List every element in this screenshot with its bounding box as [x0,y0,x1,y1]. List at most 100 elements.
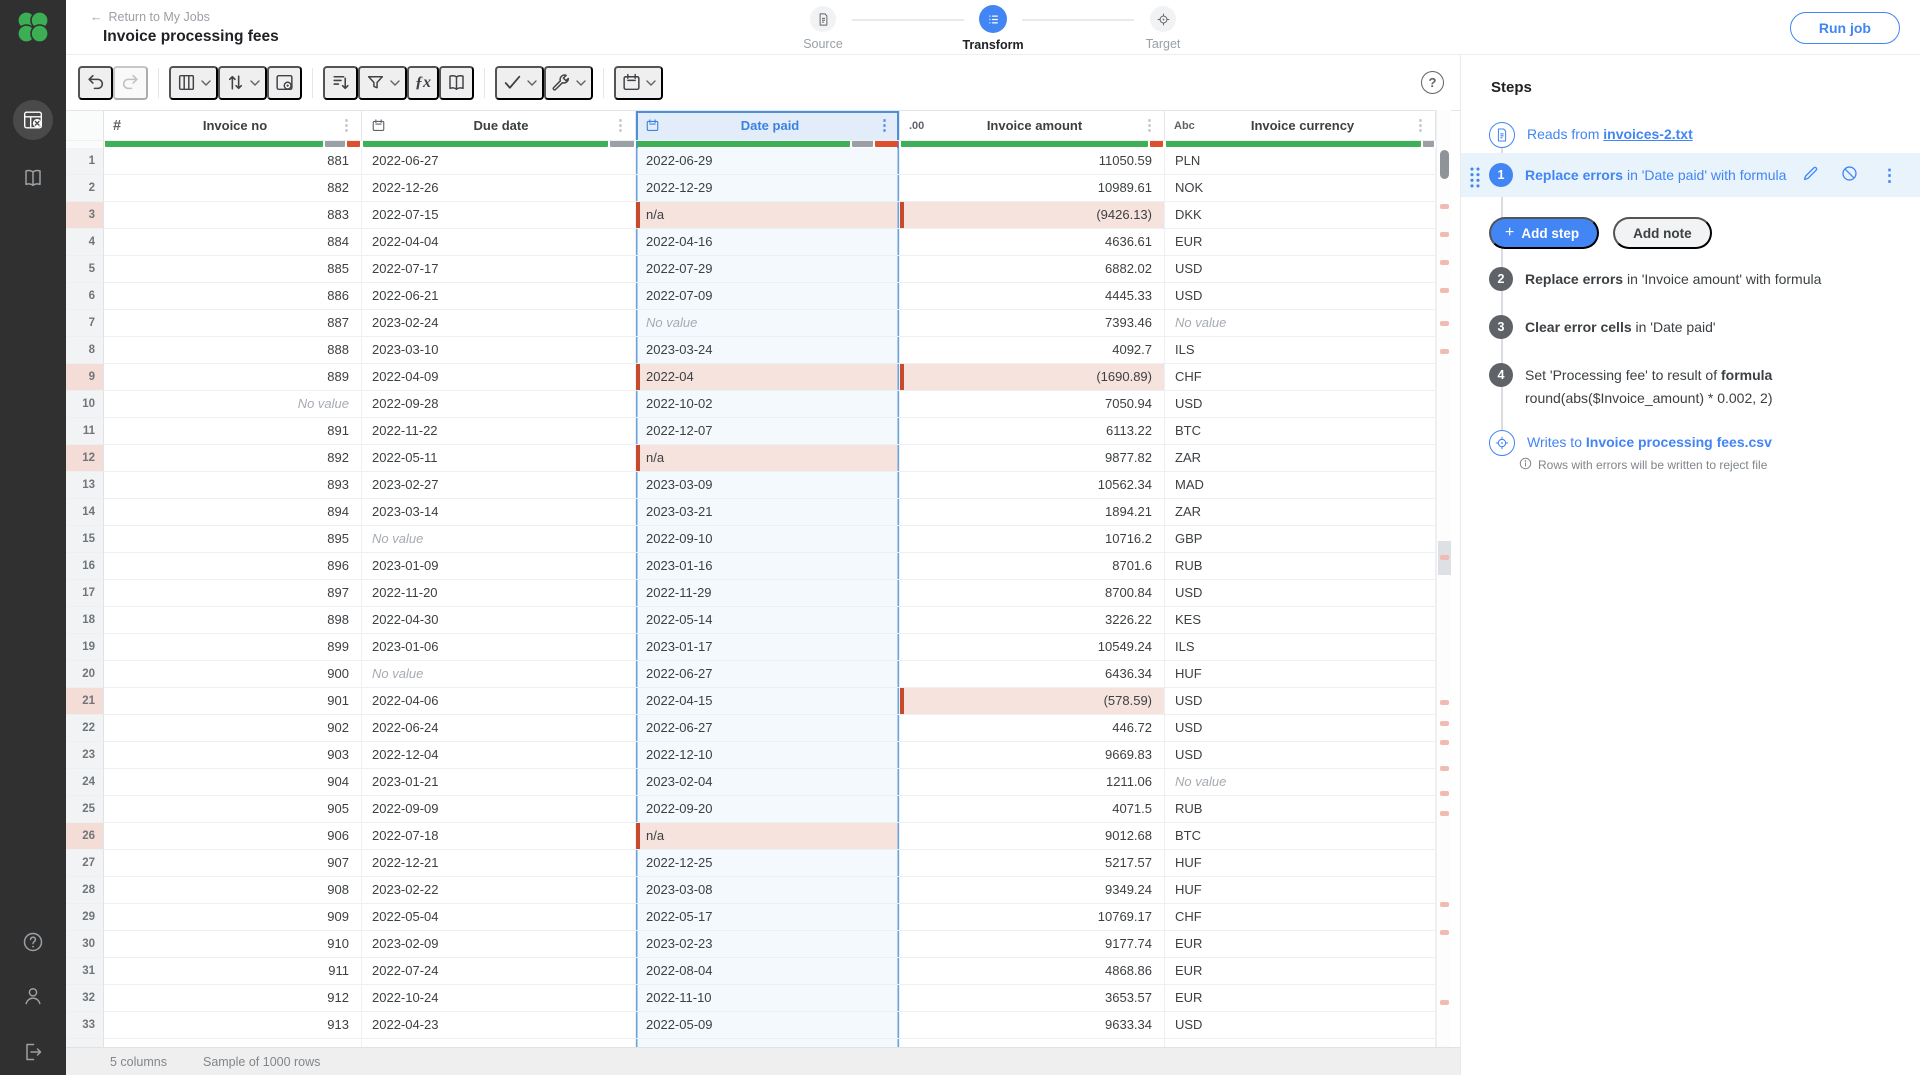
table-cell[interactable]: 2023-01-21 [362,769,636,796]
table-cell[interactable]: 886 [104,283,362,310]
step-source[interactable]: Reads from invoices-2.txt [1489,122,1693,148]
row-number[interactable]: 16 [66,553,104,580]
row-number[interactable]: 31 [66,958,104,985]
table-cell[interactable]: 2022-07-18 [362,823,636,850]
table-cell[interactable]: 2022-11-22 [362,418,636,445]
table-cell[interactable]: KES [1165,607,1436,634]
table-cell[interactable]: USD [1165,688,1436,715]
table-cell[interactable]: 887 [104,310,362,337]
table-cell[interactable]: HUF [1165,850,1436,877]
table-cell[interactable]: 2022-12-29 [636,175,900,202]
column-header-invoice-currency[interactable]: AbcInvoice currency⋮ [1165,111,1436,141]
table-cell[interactable]: 6113.22 [900,418,1165,445]
row-number[interactable]: 2 [66,175,104,202]
cleanup-icon[interactable] [544,66,593,100]
table-cell[interactable]: 2022-06-27 [636,661,900,688]
table-cell[interactable]: 2022-05-14 [636,607,900,634]
rail-item-account-icon[interactable] [13,976,53,1016]
row-number[interactable]: 5 [66,256,104,283]
table-cell[interactable]: USD [1165,715,1436,742]
edit-icon[interactable] [1801,164,1820,186]
table-cell[interactable]: 2023-03-09 [636,472,900,499]
table-cell[interactable]: 446.72 [900,715,1165,742]
row-number[interactable]: 1 [66,148,104,175]
quality-bar-invoice-amount[interactable] [900,140,1165,148]
table-cell[interactable]: 2022-04-23 [362,1012,636,1039]
table-cell[interactable]: 898 [104,607,362,634]
table-cell[interactable]: 9877.82 [900,445,1165,472]
table-cell[interactable]: 2022-10-24 [362,985,636,1012]
column-menu-icon[interactable]: ⋮ [611,118,630,133]
table-cell[interactable]: (9426.13) [900,202,1165,229]
table-cell[interactable]: 4071.5 [900,796,1165,823]
table-cell[interactable]: 896 [104,553,362,580]
table-cell[interactable]: 897 [104,580,362,607]
table-cell[interactable]: 4868.86 [900,958,1165,985]
table-cell[interactable]: 2022-04-06 [362,688,636,715]
column-menu-icon[interactable]: ⋮ [1140,118,1159,133]
table-cell[interactable]: 905 [104,796,362,823]
table-cell[interactable]: 910 [104,931,362,958]
table-cell[interactable]: 909 [104,904,362,931]
table-cell[interactable]: 893 [104,472,362,499]
table-cell[interactable]: 888 [104,337,362,364]
disable-icon[interactable] [1840,164,1859,186]
table-cell[interactable]: 2022-12-04 [362,742,636,769]
column-menu-icon[interactable]: ⋮ [337,118,356,133]
column-header-invoice-amount[interactable]: .00Invoice amount⋮ [900,111,1165,141]
table-cell[interactable]: 2022-12-10 [636,742,900,769]
pipeline-node-source[interactable]: Source [794,6,852,51]
table-cell[interactable]: No value [636,310,900,337]
table-cell[interactable]: 2022-04-04 [362,229,636,256]
table-cell[interactable]: 2023-02-22 [362,877,636,904]
row-number[interactable]: 13 [66,472,104,499]
table-cell[interactable]: HUF [1165,661,1436,688]
table-cell[interactable]: 2022-06-27 [636,715,900,742]
table-cell[interactable]: 903 [104,742,362,769]
preview-icon[interactable] [267,66,302,100]
sort-icon[interactable] [218,66,267,100]
table-cell[interactable]: 11050.59 [900,148,1165,175]
table-cell[interactable]: 8700.84 [900,580,1165,607]
scrollbar-thumb[interactable] [1440,150,1449,179]
lookup-icon[interactable] [439,66,474,100]
step-item-2[interactable]: 2Replace errors in 'Invoice amount' with… [1489,267,1821,291]
table-cell[interactable]: 2022-09-28 [362,391,636,418]
table-cell[interactable]: USD [1165,283,1436,310]
table-cell[interactable]: ZAR [1165,499,1436,526]
row-number[interactable]: 30 [66,931,104,958]
row-number[interactable]: 12 [66,445,104,472]
step-selected[interactable]: 1Replace errors in 'Date paid' with form… [1461,153,1920,197]
table-cell[interactable]: 9349.24 [900,877,1165,904]
table-cell[interactable]: 2023-03-10 [362,337,636,364]
table-cell[interactable]: 2023-03-14 [362,499,636,526]
row-number[interactable]: 4 [66,229,104,256]
table-cell[interactable]: n/a [636,202,900,229]
pipeline-node-target[interactable]: Target [1134,6,1192,51]
row-number[interactable]: 25 [66,796,104,823]
table-cell[interactable]: MAD [1165,472,1436,499]
table-cell[interactable]: 2023-01-06 [362,634,636,661]
quality-bar-invoice-currency[interactable] [1165,140,1436,148]
sample-rows-icon[interactable] [323,66,358,100]
table-cell[interactable]: NOK [1165,175,1436,202]
row-number[interactable]: 18 [66,607,104,634]
table-cell[interactable]: 9669.83 [900,742,1165,769]
table-cell[interactable]: USD [1165,1012,1436,1039]
table-cell[interactable]: 2023-01-09 [362,553,636,580]
table-cell[interactable]: 881 [104,148,362,175]
table-cell[interactable]: 894 [104,499,362,526]
target-file-link[interactable]: Invoice processing fees.csv [1586,434,1772,450]
table-cell[interactable]: (1690.89) [900,364,1165,391]
row-number[interactable]: 6 [66,283,104,310]
table-cell[interactable]: 889 [104,364,362,391]
rail-item-help-icon[interactable] [13,922,53,962]
table-cell[interactable]: 2022-11-20 [362,580,636,607]
table-cell[interactable]: 2023-03-08 [636,877,900,904]
table-cell[interactable]: EUR [1165,931,1436,958]
table-cell[interactable]: 902 [104,715,362,742]
table-cell[interactable]: 1211.06 [900,769,1165,796]
source-file-link[interactable]: invoices-2.txt [1603,126,1692,142]
table-cell[interactable]: 3653.57 [900,985,1165,1012]
table-cell[interactable]: 6882.02 [900,256,1165,283]
